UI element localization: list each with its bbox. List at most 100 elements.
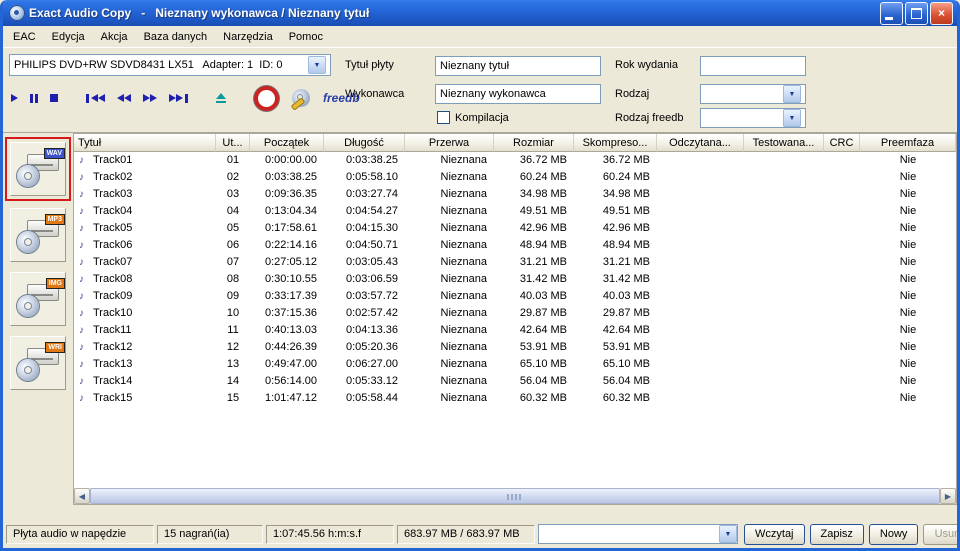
table-cell: 49.51 MB xyxy=(602,205,650,217)
table-cell: 0:03:05.43 xyxy=(346,256,398,268)
chevron-down-icon[interactable]: ▼ xyxy=(308,56,326,74)
menu-edycja[interactable]: Edycja xyxy=(44,29,93,45)
track-icon: ♪ xyxy=(79,342,84,353)
write-cd-button[interactable]: WRI xyxy=(10,336,66,390)
table-cell: Nieznana xyxy=(440,290,487,302)
maximize-icon xyxy=(911,7,922,19)
horizontal-scrollbar[interactable]: ◀ ▶ xyxy=(74,488,956,504)
table-row[interactable]: ♪ Track03 03 0:09:36.35 0:03:27.74 Nieznana 34… xyxy=(74,186,956,203)
table-cell: 0:17:58.61 xyxy=(265,222,317,234)
chevron-down-icon[interactable]: ▼ xyxy=(783,109,801,127)
table-row[interactable]: ♪ Track10 10 0:37:15.36 0:02:57.42 Nieznana 29… xyxy=(74,305,956,322)
table-cell: 0:04:13.36 xyxy=(346,324,398,336)
table-cell: 0:33:17.39 xyxy=(265,290,317,302)
table-row[interactable]: ♪ Track11 11 0:40:13.03 0:04:13.36 Nieznana 42… xyxy=(74,322,956,339)
extract-mp3-button[interactable]: MP3 xyxy=(10,208,66,262)
table-row[interactable]: ♪ Track05 05 0:17:58.61 0:04:15.30 Nieznana 42… xyxy=(74,220,956,237)
drive-select[interactable]: PHILIPS DVD+RW SDVD8431 LX51 Adapter: 1 … xyxy=(9,54,331,76)
column-header-length[interactable]: Długość xyxy=(324,134,405,152)
play-button[interactable] xyxy=(11,89,18,107)
scrollbar-thumb[interactable] xyxy=(90,488,940,504)
table-cell: 40.03 MB xyxy=(519,290,567,302)
menu-narzedzia[interactable]: Narzędzia xyxy=(215,29,281,45)
genre-select[interactable]: ▼ xyxy=(700,84,806,104)
minimize-button[interactable] xyxy=(880,1,903,25)
column-header-read[interactable]: Odczytana... xyxy=(657,134,744,152)
year-input[interactable] xyxy=(700,56,806,76)
menu-eac[interactable]: EAC xyxy=(5,29,44,45)
freedb-query-button[interactable] xyxy=(254,85,279,111)
sidebar-slot-mp3: MP3 xyxy=(7,205,69,265)
column-header-gap[interactable]: Przerwa xyxy=(405,134,494,152)
column-header-preemphasis[interactable]: Preemfaza xyxy=(860,134,956,152)
window-title-doc: Nieznany wykonawca / Nieznany tytuł xyxy=(155,6,370,20)
cd-title-input[interactable]: Nieznany tytuł xyxy=(435,56,601,76)
table-row[interactable]: ♪ Track02 02 0:03:38.25 0:05:58.10 Nieznana 60… xyxy=(74,169,956,186)
delete-button[interactable]: Usuń xyxy=(923,523,957,545)
close-button[interactable]: × xyxy=(930,1,953,25)
menu-pomoc[interactable]: Pomoc xyxy=(281,29,331,45)
table-row[interactable]: ♪ Track14 14 0:56:14.00 0:05:33.12 Nieznana 56… xyxy=(74,373,956,390)
skip-end-button[interactable] xyxy=(169,89,188,107)
column-header-crc[interactable]: CRC xyxy=(824,134,860,152)
table-cell: 31.21 MB xyxy=(602,256,650,268)
skip-start-button[interactable] xyxy=(86,89,105,107)
table-row[interactable]: ♪ Track04 04 0:13:04.34 0:04:54.27 Nieznana 49… xyxy=(74,203,956,220)
chevron-down-icon[interactable]: ▼ xyxy=(783,85,801,103)
rewind-button[interactable] xyxy=(117,89,131,107)
forward-button[interactable] xyxy=(143,89,157,107)
menu-akcja[interactable]: Akcja xyxy=(93,29,136,45)
compilation-checkbox[interactable] xyxy=(437,111,450,124)
table-cell: 0:40:13.03 xyxy=(265,324,317,336)
track-icon: ♪ xyxy=(79,189,84,200)
column-header-tested[interactable]: Testowana... xyxy=(744,134,824,152)
save-button[interactable]: Zapisz xyxy=(809,523,864,545)
stop-button[interactable] xyxy=(50,89,58,107)
scroll-right-button[interactable]: ▶ xyxy=(940,488,956,504)
new-button[interactable]: Nowy xyxy=(868,523,919,545)
table-row[interactable]: ♪ Track07 07 0:27:05.12 0:03:05.43 Nieznana 31… xyxy=(74,254,956,271)
status-combo[interactable]: ▼ xyxy=(538,524,738,544)
table-cell: ♪ Track15 xyxy=(74,390,216,407)
table-cell: 0:05:58.10 xyxy=(346,171,398,183)
column-header-title[interactable]: Tytuł xyxy=(74,134,216,152)
table-cell xyxy=(744,390,824,407)
table-cell: 0:03:38.25 xyxy=(346,154,398,166)
table-cell: Nieznana xyxy=(440,222,487,234)
maximize-button[interactable] xyxy=(905,1,928,25)
table-cell xyxy=(824,203,860,220)
table-cell: 60.32 MB xyxy=(602,392,650,404)
table-cell: 29.87 MB xyxy=(519,307,567,319)
freedb-genre-select[interactable]: ▼ xyxy=(700,108,806,128)
cd-database-button[interactable] xyxy=(290,88,311,111)
table-row[interactable]: ♪ Track01 01 0:00:00.00 0:03:38.25 Nieznana 36… xyxy=(74,152,956,169)
extract-img-button[interactable]: IMG xyxy=(10,272,66,326)
column-header-start[interactable]: Początek xyxy=(250,134,324,152)
table-row[interactable]: ♪ Track13 13 0:49:47.00 0:06:27.00 Nieznana 65… xyxy=(74,356,956,373)
table-cell: 1:01:47.12 xyxy=(265,392,317,404)
table-row[interactable]: ♪ Track06 06 0:22:14.16 0:04:50.71 Nieznana 48… xyxy=(74,237,956,254)
table-row[interactable]: ♪ Track12 12 0:44:26.39 0:05:20.36 Nieznana 53… xyxy=(74,339,956,356)
eject-button[interactable] xyxy=(216,89,226,107)
table-row[interactable]: ♪ Track09 09 0:33:17.39 0:03:57.72 Nieznana 40… xyxy=(74,288,956,305)
table-cell: Nie xyxy=(899,392,917,404)
menu-baza-danych[interactable]: Baza danych xyxy=(136,29,216,45)
pause-button[interactable] xyxy=(30,89,38,107)
column-header-track[interactable]: Ut... xyxy=(216,134,250,152)
load-button[interactable]: Wczytaj xyxy=(744,523,805,545)
track-list: ♪ Track01 01 0:00:00.00 0:03:38.25 Nieznana 36… xyxy=(74,152,956,488)
column-header-compressed[interactable]: Skompreso... xyxy=(574,134,657,152)
title-bar[interactable]: Exact Audio Copy - Nieznany wykonawca / … xyxy=(3,0,957,26)
extract-wav-button[interactable]: WAV xyxy=(10,142,66,196)
column-header-size[interactable]: Rozmiar xyxy=(494,134,574,152)
table-row[interactable]: ♪ Track08 08 0:30:10.55 0:03:06.59 Nieznana 31… xyxy=(74,271,956,288)
table-cell: Nieznana xyxy=(440,358,487,370)
chevron-down-icon[interactable]: ▼ xyxy=(719,525,737,543)
artist-input[interactable]: Nieznany wykonawca xyxy=(435,84,601,104)
status-drive: Płyta audio w napędzie xyxy=(6,524,154,544)
table-cell xyxy=(824,254,860,271)
scroll-left-button[interactable]: ◀ xyxy=(74,488,90,504)
table-cell: ♪ Track12 xyxy=(74,339,216,356)
table-cell: Nie xyxy=(899,222,917,234)
table-row[interactable]: ♪ Track15 15 1:01:47.12 0:05:58.44 Nieznana 60… xyxy=(74,390,956,407)
